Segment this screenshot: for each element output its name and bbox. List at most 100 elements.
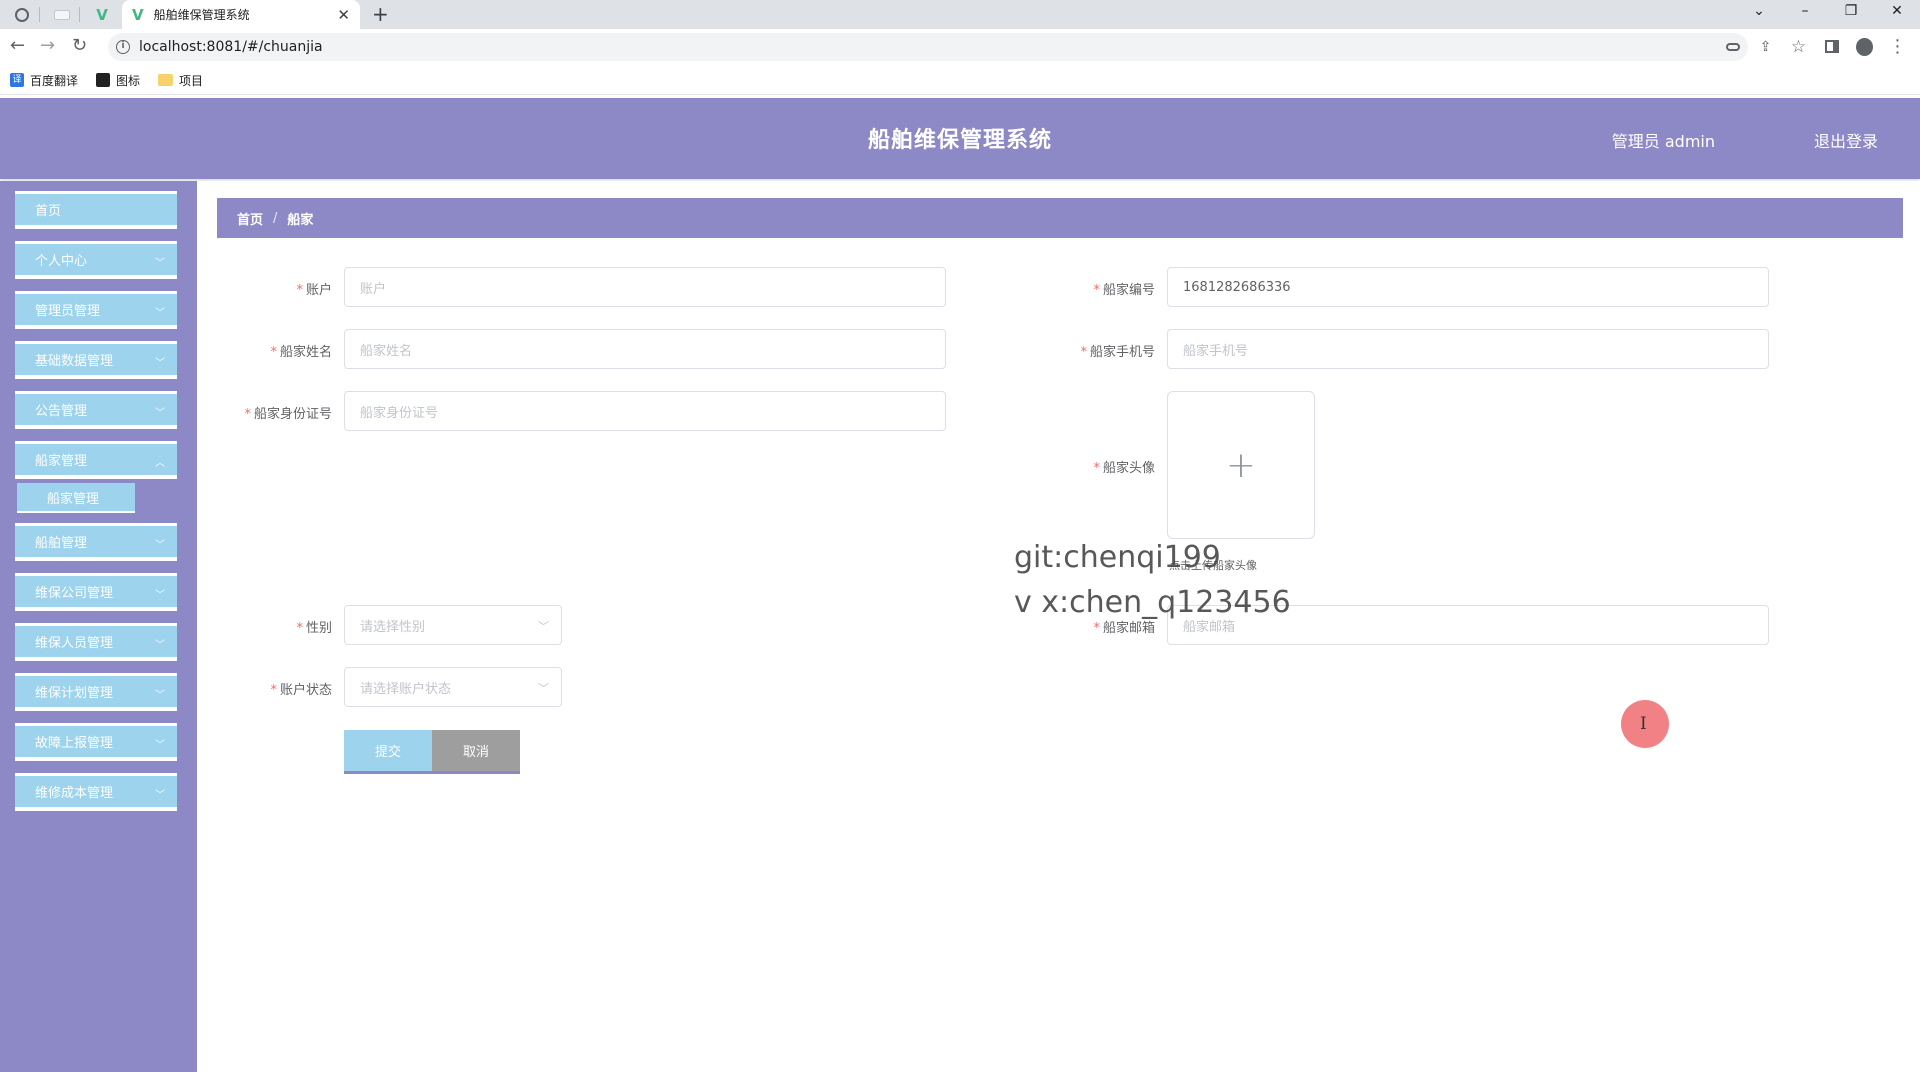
browser-tab-active[interactable]: V 船舶维保管理系统 ✕ — [122, 0, 360, 29]
restore-icon[interactable]: ❐ — [1828, 0, 1874, 24]
sidebar-item-label: 个人中心 — [35, 254, 88, 269]
owner-name-input[interactable]: 船家姓名 — [344, 329, 946, 369]
sidebar-item-fault-report[interactable]: 故障上报管理 ﹀ — [15, 723, 177, 761]
sidebar-item-label: 首页 — [35, 204, 62, 219]
pinned-tab-globe[interactable] — [4, 0, 40, 29]
tab-search-icon[interactable]: ⌄ — [1736, 0, 1782, 24]
minimize-icon[interactable]: – — [1782, 0, 1828, 24]
sidebar-item-label: 基础数据管理 — [35, 354, 114, 369]
pinned-tab-blank[interactable] — [44, 0, 80, 29]
cancel-button[interactable]: 取消 — [432, 730, 520, 774]
chevron-down-icon: ﹀ — [538, 682, 549, 695]
avatar-uploader[interactable]: + — [1167, 391, 1315, 539]
main-content: 首页 / 船家 * 账户 账户 * 船家编号 1681282686336 * 船家姓名… — [197, 181, 1920, 1072]
breadcrumb-separator: / — [273, 210, 278, 226]
breadcrumb-current: 船家 — [287, 212, 314, 228]
account-status-label: * 账户状态 — [270, 683, 332, 698]
close-tab-icon[interactable]: ✕ — [337, 6, 350, 24]
plus-icon: + — [1225, 444, 1257, 486]
breadcrumb-home[interactable]: 首页 — [237, 209, 263, 228]
account-input[interactable]: 账户 — [344, 267, 946, 307]
owner-id-card-label: * 船家身份证号 — [244, 407, 332, 422]
sidebar-item-label: 船舶管理 — [35, 536, 88, 551]
sidebar-item-admin[interactable]: 管理员管理 ﹀ — [15, 291, 177, 329]
owner-phone-input[interactable]: 船家手机号 — [1167, 329, 1769, 369]
chevron-down-icon: ﹀ — [155, 408, 165, 419]
chevron-down-icon: ﹀ — [155, 590, 165, 601]
bookmark-project[interactable]: 项目 — [158, 72, 203, 89]
share-icon[interactable]: ⇪ — [1757, 38, 1774, 55]
close-window-icon[interactable]: ✕ — [1874, 0, 1920, 24]
url-field[interactable]: i localhost:8081/#/chuanjia — [108, 33, 1748, 61]
breadcrumb: 首页 / 船家 — [217, 198, 1903, 238]
window-controls: ⌄ – ❐ ✕ — [1736, 0, 1920, 24]
watermark-line-2: v x:chen_q123456 — [1014, 585, 1291, 620]
back-icon[interactable]: ← — [10, 35, 25, 56]
sidebar-item-label: 故障上报管理 — [35, 736, 114, 751]
address-bar: ← → ↻ i localhost:8081/#/chuanjia ⇪ ☆ ⋮ — [0, 29, 1920, 66]
bookmark-label: 图标 — [116, 73, 141, 88]
sidebar-item-label: 维修成本管理 — [35, 786, 114, 801]
owner-code-input[interactable]: 1681282686336 — [1167, 267, 1769, 307]
vue-logo-icon: V — [96, 5, 108, 24]
sidebar-item-home[interactable]: 首页 — [15, 191, 177, 229]
sidebar-item-repair-cost[interactable]: 维修成本管理 ﹀ — [15, 773, 177, 811]
profile-avatar-icon[interactable] — [1856, 37, 1873, 56]
watermark-line-1: git:chenqi199 — [1014, 540, 1221, 575]
gender-select[interactable]: 请选择性别 ﹀ — [344, 605, 562, 645]
browser-tab-bar: V V 船舶维保管理系统 ✕ + ⌄ – ❐ ✕ — [0, 0, 1920, 29]
sidebar-item-maint-staff[interactable]: 维保人员管理 ﹀ — [15, 623, 177, 661]
page-icon — [54, 9, 70, 20]
sidebar-item-label: 维保公司管理 — [35, 586, 114, 601]
reload-icon[interactable]: ↻ — [72, 35, 87, 56]
owner-id-card-input[interactable]: 船家身份证号 — [344, 391, 946, 431]
sidebar-item-label: 维保计划管理 — [35, 686, 114, 701]
chevron-down-icon: ﹀ — [155, 790, 165, 801]
info-icon[interactable]: i — [116, 40, 130, 54]
new-tab-icon[interactable]: + — [372, 2, 389, 26]
pinned-tab-vue[interactable]: V — [84, 0, 120, 29]
logout-link[interactable]: 退出登录 — [1814, 128, 1878, 152]
text-cursor-icon: I — [1640, 714, 1647, 734]
forward-icon[interactable]: → — [40, 35, 55, 56]
translate-icon: 译 — [10, 73, 24, 87]
browser-actions: ⇪ ☆ ⋮ — [1724, 37, 1907, 57]
owner-name-label: * 船家姓名 — [270, 345, 332, 360]
owner-avatar-label: * 船家头像 — [1093, 461, 1155, 476]
app-root: 船舶维保管理系统 管理员 admin 退出登录 首页 个人中心 ﹀ 管理员管理 … — [0, 98, 1920, 1072]
sidebar-item-ship[interactable]: 船舶管理 ﹀ — [15, 523, 177, 561]
sidebar-subitem-owner[interactable]: 船家管理 — [17, 483, 135, 513]
sidebar: 首页 个人中心 ﹀ 管理员管理 ﹀ 基础数据管理 ﹀ 公告管理 ﹀ 船家管理 ︿… — [0, 181, 197, 1072]
folder-icon — [158, 74, 174, 86]
sidebar-subitem-label: 船家管理 — [47, 491, 100, 507]
menu-dots-icon[interactable]: ⋮ — [1889, 37, 1907, 55]
bookmark-label: 项目 — [179, 73, 204, 88]
sidebar-item-maint-company[interactable]: 维保公司管理 ﹀ — [15, 573, 177, 611]
owner-phone-label: * 船家手机号 — [1080, 345, 1155, 360]
sidebar-item-owner[interactable]: 船家管理 ︿ — [15, 441, 177, 479]
chevron-down-icon: ﹀ — [155, 640, 165, 651]
submit-button[interactable]: 提交 — [344, 730, 432, 774]
image-icon — [96, 73, 111, 87]
chevron-down-icon: ﹀ — [155, 358, 165, 369]
sidebar-item-maint-plan[interactable]: 维保计划管理 ﹀ — [15, 673, 177, 711]
chevron-down-icon: ﹀ — [155, 258, 165, 269]
tab-title: 船舶维保管理系统 — [153, 8, 250, 22]
bookmarks-bar: 译 百度翻译 图标 项目 — [0, 66, 1920, 95]
sidebar-item-profile[interactable]: 个人中心 ﹀ — [15, 241, 177, 279]
bookmark-baidu-translate[interactable]: 译 百度翻译 — [10, 72, 78, 89]
sidebar-item-notice[interactable]: 公告管理 ﹀ — [15, 391, 177, 429]
account-status-select[interactable]: 请选择账户状态 ﹀ — [344, 667, 562, 707]
url-text: localhost:8081/#/chuanjia — [139, 39, 323, 55]
gender-label: * 性别 — [296, 621, 332, 636]
key-icon[interactable] — [1724, 38, 1741, 55]
owner-code-label: * 船家编号 — [1093, 283, 1155, 298]
sidebar-item-label: 管理员管理 — [35, 304, 101, 319]
bookmark-icons[interactable]: 图标 — [96, 72, 140, 89]
chevron-down-icon: ﹀ — [155, 690, 165, 701]
vue-logo-icon: V — [132, 5, 144, 24]
side-panel-icon[interactable] — [1823, 38, 1840, 55]
star-icon[interactable]: ☆ — [1790, 37, 1807, 57]
sidebar-item-label: 公告管理 — [35, 404, 88, 419]
sidebar-item-basic-data[interactable]: 基础数据管理 ﹀ — [15, 341, 177, 379]
